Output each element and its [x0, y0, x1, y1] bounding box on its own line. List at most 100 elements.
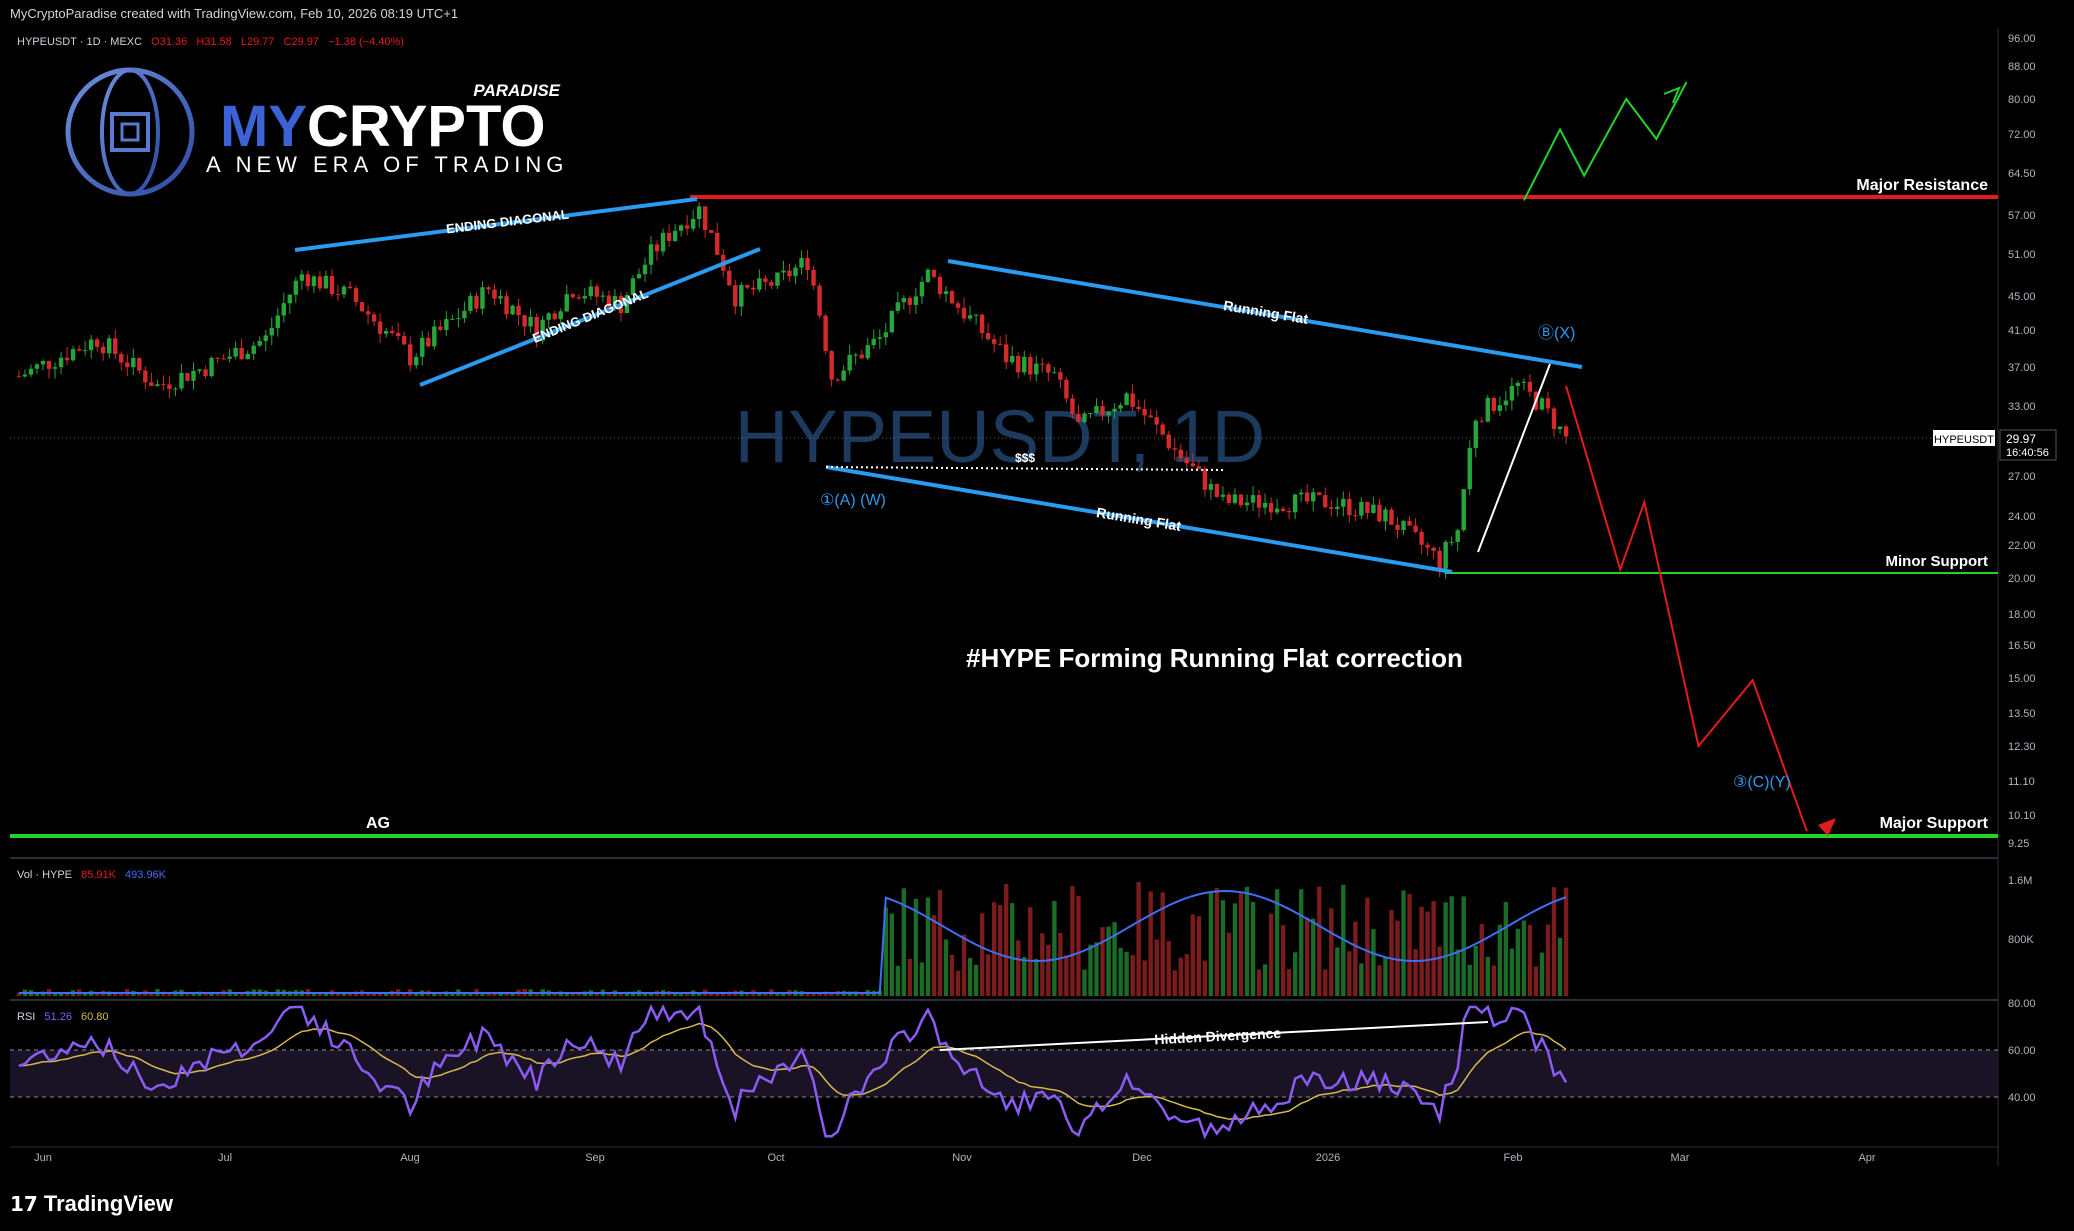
volume-bar: [1395, 920, 1400, 996]
candle-body: [1262, 502, 1268, 508]
time-axis-tick: Oct: [767, 1152, 784, 1164]
tradingview-brand[interactable]: 𝟭𝟳 TradingView: [10, 1191, 173, 1217]
time-axis-tick: Dec: [1132, 1152, 1152, 1164]
price-axis-tick: 22.00: [2008, 540, 2036, 552]
volume-bar: [1172, 970, 1177, 996]
candle-body: [973, 314, 979, 316]
candle-body: [263, 335, 268, 342]
candle-body: [402, 336, 407, 345]
volume-bar: [1449, 896, 1454, 996]
candle-body: [474, 295, 479, 309]
volume-bar: [1401, 890, 1406, 996]
candle-body: [847, 354, 852, 371]
candle-body: [131, 357, 136, 368]
candle-body: [1232, 494, 1238, 503]
candle-body: [486, 287, 491, 290]
candle-body: [642, 264, 648, 275]
candle-body: [751, 287, 756, 290]
candle-body: [1557, 426, 1563, 430]
candle-body: [865, 345, 870, 359]
time-axis-tick: 2026: [1316, 1152, 1340, 1164]
volume-bar: [1070, 886, 1075, 996]
candle-body: [1479, 420, 1484, 422]
volume-bar: [377, 993, 383, 996]
candle-body: [636, 274, 642, 279]
candle-body: [1317, 492, 1322, 496]
volume-bars: [16, 882, 1569, 996]
volume-bar: [1521, 920, 1527, 996]
chart-canvas[interactable]: HYPEUSDT, 1D ENDING DIAGONAL ENDING DIAG…: [0, 0, 2074, 1231]
candle-body: [389, 330, 395, 334]
volume-bar: [1136, 882, 1141, 996]
volume-bar: [1112, 922, 1117, 996]
candle-body: [1220, 494, 1226, 497]
logo-my: MY: [220, 94, 307, 159]
candle-body: [88, 339, 94, 351]
candle-body: [961, 307, 967, 319]
candle-body: [125, 362, 130, 368]
symbol-high: H31.58: [196, 36, 231, 48]
candle-body: [203, 369, 208, 377]
candle-body: [678, 225, 684, 231]
price-axis-tick: 64.50: [2008, 168, 2036, 180]
candle-body: [546, 313, 551, 320]
candle-body: [1515, 382, 1521, 386]
time-axis[interactable]: Jun Jul Aug Sep Oct Nov Dec 2026 Feb Mar Apr: [34, 1152, 1876, 1164]
major-support-label: Major Support: [1880, 815, 1989, 832]
volume-legend-value1: 85.91K: [81, 869, 117, 881]
candle-body: [570, 294, 575, 298]
candle-body: [1491, 397, 1497, 411]
candle-body: [480, 287, 485, 309]
candle-body: [1311, 492, 1316, 502]
volume-bar: [1256, 969, 1262, 996]
candle-body: [1112, 408, 1117, 412]
candle-body: [64, 357, 70, 361]
volume-bar: [1359, 963, 1364, 996]
candle-body: [733, 285, 738, 307]
volume-bar: [1046, 944, 1051, 996]
candle-body: [1419, 531, 1424, 545]
candle-body: [1341, 498, 1346, 507]
candle-body: [1256, 495, 1262, 508]
volume-bar: [1298, 889, 1304, 996]
volume-bar: [1491, 965, 1497, 996]
rsi-legend-value2: 60.80: [81, 1011, 109, 1023]
candle-body: [287, 294, 293, 304]
candle-body: [1028, 356, 1033, 375]
candle-body: [383, 330, 389, 334]
candle-body: [305, 274, 311, 287]
price-axis-tick: 96.00: [2008, 33, 2036, 45]
price-axis-tick: 10.10: [2008, 810, 2036, 822]
rsi-axis-tick: 40.00: [2008, 1092, 2036, 1104]
candle-body: [269, 327, 274, 336]
price-axis-tick: 12.30: [2008, 741, 2036, 753]
candle-body: [311, 276, 317, 287]
volume-bar: [1028, 907, 1033, 996]
time-axis-tick: Jun: [34, 1152, 52, 1164]
major-resistance-label: Major Resistance: [1856, 177, 1988, 194]
volume-bar: [895, 965, 901, 996]
candle-body: [1437, 550, 1442, 569]
volume-bar: [480, 993, 485, 996]
volume-bar: [1214, 888, 1220, 996]
candle-body: [107, 338, 112, 354]
volume-bar: [931, 915, 937, 996]
candle-body: [600, 295, 606, 297]
candle-body: [52, 367, 58, 369]
candle-body: [1359, 501, 1364, 516]
candle-body: [829, 351, 834, 380]
candle-body: [1461, 489, 1466, 531]
candle-body: [889, 310, 895, 333]
candle-body: [1148, 415, 1153, 418]
candle-body: [967, 315, 973, 319]
candle-body: [359, 302, 365, 312]
candle-body: [1022, 356, 1027, 373]
candle-body: [1431, 547, 1436, 551]
time-axis-tick: Mar: [1671, 1152, 1690, 1164]
price-badge-symbol: HYPEUSDT: [1934, 434, 1994, 446]
volume-bar: [1244, 886, 1250, 996]
candle-body: [1040, 363, 1045, 365]
volume-bar: [1196, 916, 1202, 996]
volume-bar: [1311, 918, 1316, 996]
volume-bar: [209, 993, 214, 996]
